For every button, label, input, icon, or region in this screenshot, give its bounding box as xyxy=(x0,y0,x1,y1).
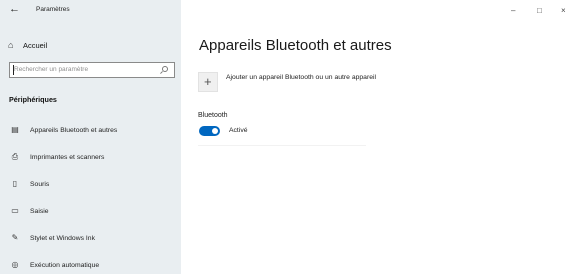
sidebar-item-label: Exécution automatique xyxy=(30,262,100,269)
bluetooth-devices-icon: ▤ xyxy=(11,125,19,134)
bluetooth-toggle[interactable] xyxy=(199,126,220,136)
pen-icon: ✎ xyxy=(11,233,19,242)
sidebar-item-label: Souris xyxy=(30,181,50,188)
mouse-icon: ▯ xyxy=(12,179,18,188)
title-bar: ← Paramètres xyxy=(0,0,181,22)
sidebar-item-bluetooth[interactable]: ▤ Appareils Bluetooth et autres xyxy=(0,121,181,141)
add-device-button[interactable]: + xyxy=(198,72,218,92)
sidebar-item-pen[interactable]: ✎ Stylet et Windows Ink xyxy=(0,229,181,249)
divider xyxy=(198,145,366,146)
sidebar-item-label: Imprimantes et scanners xyxy=(30,154,105,161)
sidebar-item-label: Saisie xyxy=(30,208,49,215)
keyboard-icon: ▭ xyxy=(11,206,19,215)
app-title: Paramètres xyxy=(36,6,70,13)
sidebar: ← Paramètres ⌂ Accueil Rechercher un par… xyxy=(0,0,181,274)
close-button[interactable]: × xyxy=(561,6,566,15)
section-title: Périphériques xyxy=(9,95,57,104)
printer-icon: ⎙ xyxy=(11,152,19,161)
sidebar-item-mouse[interactable]: ▯ Souris xyxy=(0,175,181,195)
search-placeholder: Rechercher un paramètre xyxy=(14,66,89,73)
minimize-button[interactable]: – xyxy=(511,6,515,15)
sidebar-item-label: Stylet et Windows Ink xyxy=(30,235,95,242)
sidebar-item-printers[interactable]: ⎙ Imprimantes et scanners xyxy=(0,148,181,168)
search-input[interactable]: Rechercher un paramètre xyxy=(9,62,175,78)
home-icon: ⌂ xyxy=(8,40,14,50)
sidebar-item-autoplay[interactable]: ◎ Exécution automatique xyxy=(0,256,181,274)
bluetooth-toggle-label: Activé xyxy=(229,127,248,134)
page-title: Appareils Bluetooth et autres xyxy=(199,37,392,54)
search-icon[interactable] xyxy=(162,66,168,72)
sidebar-item-typing[interactable]: ▭ Saisie xyxy=(0,202,181,222)
autoplay-icon: ◎ xyxy=(11,260,19,269)
bluetooth-heading: Bluetooth xyxy=(198,112,228,119)
maximize-button[interactable]: □ xyxy=(537,6,542,15)
sidebar-item-label: Appareils Bluetooth et autres xyxy=(30,127,118,134)
sidebar-item-home[interactable]: ⌂ Accueil xyxy=(0,36,181,56)
add-device-label[interactable]: Ajouter un appareil Bluetooth ou un autr… xyxy=(226,74,376,81)
back-arrow-icon[interactable]: ← xyxy=(9,3,20,15)
toggle-knob xyxy=(212,128,218,134)
home-label: Accueil xyxy=(23,41,48,50)
plus-icon: + xyxy=(204,74,212,89)
